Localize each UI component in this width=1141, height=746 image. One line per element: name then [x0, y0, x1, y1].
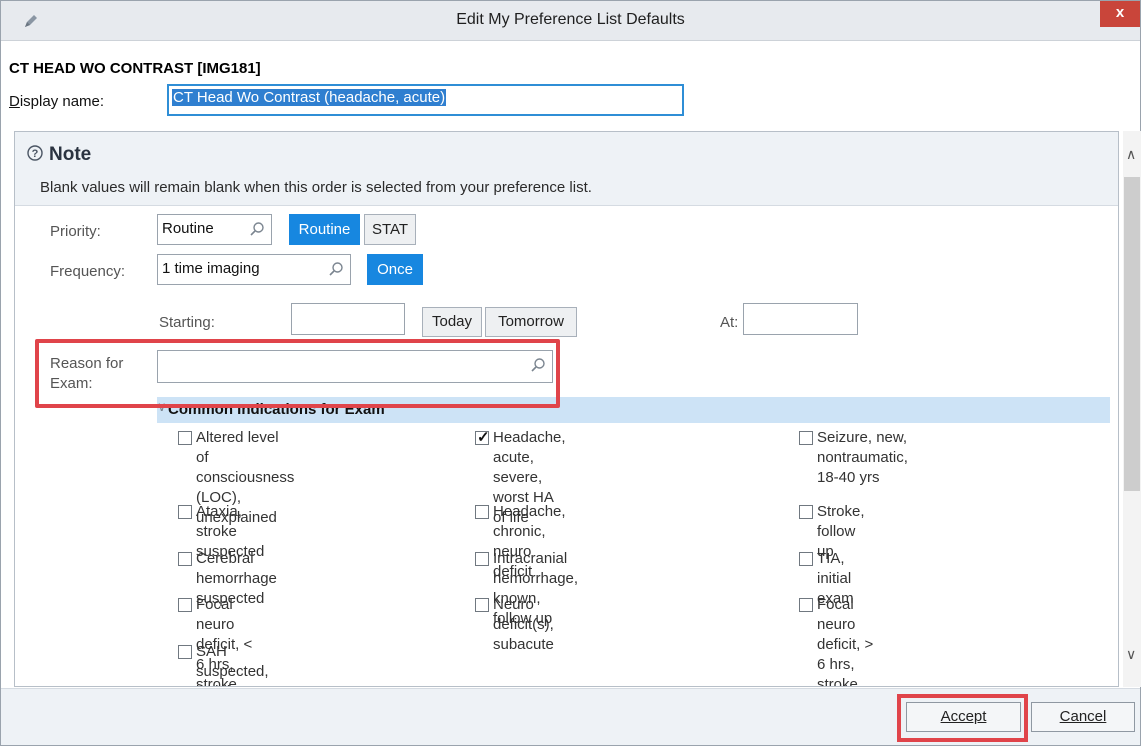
priority-routine-button[interactable]: Routine	[289, 214, 360, 245]
window-title: Edit My Preference List Defaults	[456, 11, 685, 28]
cancel-button[interactable]: Cancel	[1031, 702, 1135, 732]
accept-button[interactable]: Accept	[906, 702, 1021, 732]
today-button[interactable]: Today	[422, 307, 482, 337]
tomorrow-button[interactable]: Tomorrow	[485, 307, 577, 337]
frequency-once-button[interactable]: Once	[367, 254, 423, 285]
checkbox[interactable]	[475, 598, 489, 612]
at-time-input[interactable]	[743, 303, 858, 335]
checkbox[interactable]	[475, 505, 489, 519]
checkbox[interactable]	[799, 431, 813, 445]
note-title: ? Note	[27, 144, 91, 166]
frequency-input[interactable]: 1 time imaging	[157, 254, 351, 285]
chevron-down-icon[interactable]: ∨	[1126, 646, 1136, 663]
display-name-label: Display name:	[9, 93, 105, 110]
scrollbar-thumb[interactable]	[1124, 177, 1140, 491]
checkbox[interactable]	[799, 505, 813, 519]
note-text: Blank values will remain blank when this…	[40, 179, 592, 196]
priority-input[interactable]: Routine	[157, 214, 272, 245]
starting-label: Starting:	[159, 314, 215, 331]
starting-date-input[interactable]	[291, 303, 405, 335]
preference-form: ? Note Blank values will remain blank wh…	[14, 131, 1119, 687]
frequency-value: 1 time imaging	[162, 260, 260, 277]
close-button[interactable]: x	[1100, 1, 1140, 27]
order-title: CT HEAD WO CONTRAST [IMG181]	[9, 60, 261, 77]
search-icon[interactable]	[249, 221, 265, 237]
checkbox[interactable]	[178, 505, 192, 519]
at-label: At:	[720, 314, 739, 331]
dialog-footer: Accept Cancel	[1, 688, 1140, 745]
help-icon: ?	[27, 145, 43, 161]
checkbox[interactable]	[475, 552, 489, 566]
checkbox-label: Neuro deficit(s), subacute	[493, 596, 554, 653]
checkbox[interactable]	[475, 428, 490, 448]
checkbox[interactable]	[178, 645, 192, 659]
note-panel: ? Note Blank values will remain blank wh…	[15, 132, 1118, 206]
priority-stat-button[interactable]: STAT	[364, 214, 416, 245]
reason-highlight-box	[35, 339, 560, 408]
checkbox[interactable]	[178, 598, 192, 612]
checkbox[interactable]	[178, 431, 192, 445]
note-title-text: Note	[49, 144, 92, 165]
checkbox[interactable]	[178, 552, 192, 566]
frequency-label: Frequency:	[50, 263, 126, 280]
priority-label: Priority:	[50, 223, 101, 240]
checkbox-label: SAH suspected, initial exam	[196, 643, 269, 686]
vertical-scrollbar[interactable]: ∧ ∨	[1123, 131, 1141, 687]
priority-value: Routine	[162, 220, 214, 237]
order-header: CT HEAD WO CONTRAST [IMG181] Display nam…	[1, 42, 1140, 130]
dialog-window: Edit My Preference List Defaults x CT HE…	[0, 0, 1141, 746]
checkbox[interactable]	[799, 598, 813, 612]
title-bar[interactable]: Edit My Preference List Defaults x	[1, 1, 1140, 41]
checkbox-label: Focal neuro deficit, > 6 hrs, stroke sus…	[817, 596, 874, 687]
checkbox-label: Seizure, new, nontraumatic, 18-40 yrs	[817, 429, 908, 486]
search-icon[interactable]	[328, 261, 344, 277]
chevron-up-icon[interactable]: ∧	[1126, 146, 1136, 163]
display-name-input[interactable]: CT Head Wo Contrast (headache, acute)	[167, 84, 684, 116]
checkbox[interactable]	[799, 552, 813, 566]
display-name-value: CT Head Wo Contrast (headache, acute)	[172, 89, 447, 106]
svg-text:?: ?	[32, 148, 39, 160]
